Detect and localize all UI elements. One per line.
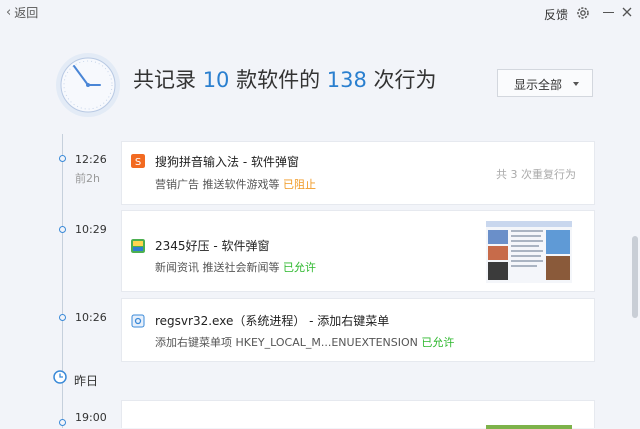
summary-suffix: 次行为 (366, 68, 437, 92)
status-allowed: 已允许 (283, 261, 316, 274)
behavior-count: 138 (326, 68, 367, 92)
day-header: 昨日 (74, 374, 99, 388)
entry-time: 19:00 (75, 411, 107, 424)
status-allowed: 已允许 (421, 336, 455, 349)
timeline-dot (59, 155, 66, 162)
feedback-link[interactable]: 反馈 (544, 6, 568, 23)
status-blocked: 已阻止 (283, 178, 316, 191)
back-button[interactable]: ‹ 返回 (6, 4, 38, 21)
minimize-button[interactable] (603, 12, 614, 13)
chevron-left-icon: ‹ (6, 5, 12, 20)
top-bar: ‹ 返回 反馈 (0, 0, 640, 26)
timeline-dot (59, 314, 66, 321)
summary-mid: 款软件的 (229, 68, 327, 92)
close-icon[interactable] (620, 5, 634, 19)
software-count: 10 (202, 68, 230, 92)
filter-selected-label: 显示全部 (514, 78, 563, 92)
back-label: 返回 (14, 6, 39, 20)
dropdown-arrow-icon (573, 82, 579, 86)
entry-title: regsvr32.exe（系统进程） - 添加右键菜单 (155, 314, 390, 328)
entry-desc: 营销广告 推送软件游戏等 已阻止 (155, 176, 316, 192)
entry-title: 搜狗拼音输入法 - 软件弹窗 (155, 155, 299, 169)
list-item[interactable]: regsvr32.exe（系统进程） - 添加右键菜单 添加右键菜单项 HKEY… (121, 298, 595, 362)
entry-desc-text: 添加右键菜单项 HKEY_LOCAL_M...ENUEXTENSION (155, 336, 422, 349)
entry-desc-text: 新闻资讯 推送社会新闻等 (155, 261, 283, 274)
entry-ago: 前2h (75, 172, 100, 185)
timeline-dot (59, 419, 66, 426)
entry-desc-text: 营销广告 推送软件游戏等 (155, 178, 283, 191)
entry-desc: 新闻资讯 推送社会新闻等 已允许 (155, 259, 316, 275)
summary-prefix: 共记录 (133, 68, 203, 92)
entry-time: 12:26 (75, 153, 107, 166)
list-item[interactable]: S 搜狗拼音输入法 - 软件弹窗 营销广告 推送软件游戏等 已阻止 共 3 次重… (121, 141, 595, 205)
clock-small-icon (53, 370, 67, 384)
popup-thumbnail (486, 221, 572, 283)
sogou-icon: S (131, 154, 145, 168)
entry-time: 10:29 (75, 223, 107, 236)
timeline-dot (59, 226, 66, 233)
summary-text: 共记录 10 款软件的 138 次行为 (133, 64, 437, 94)
list-item[interactable] (121, 400, 595, 429)
scrollbar-thumb[interactable] (632, 236, 638, 318)
svg-text:S: S (135, 157, 141, 168)
entry-time: 10:26 (75, 311, 107, 324)
popup-thumbnail (486, 425, 572, 429)
filter-dropdown[interactable]: 显示全部 (497, 69, 593, 97)
clock-icon (56, 53, 120, 117)
haozip-icon (131, 239, 145, 253)
gear-icon[interactable] (575, 5, 591, 21)
entry-title: 2345好压 - 软件弹窗 (155, 239, 270, 253)
entry-desc: 添加右键菜单项 HKEY_LOCAL_M...ENUEXTENSION 已允许 (155, 334, 454, 350)
list-item[interactable]: 2345好压 - 软件弹窗 新闻资讯 推送社会新闻等 已允许 (121, 210, 595, 292)
system-process-icon (131, 314, 145, 328)
repeat-count: 共 3 次重复行为 (496, 168, 576, 181)
